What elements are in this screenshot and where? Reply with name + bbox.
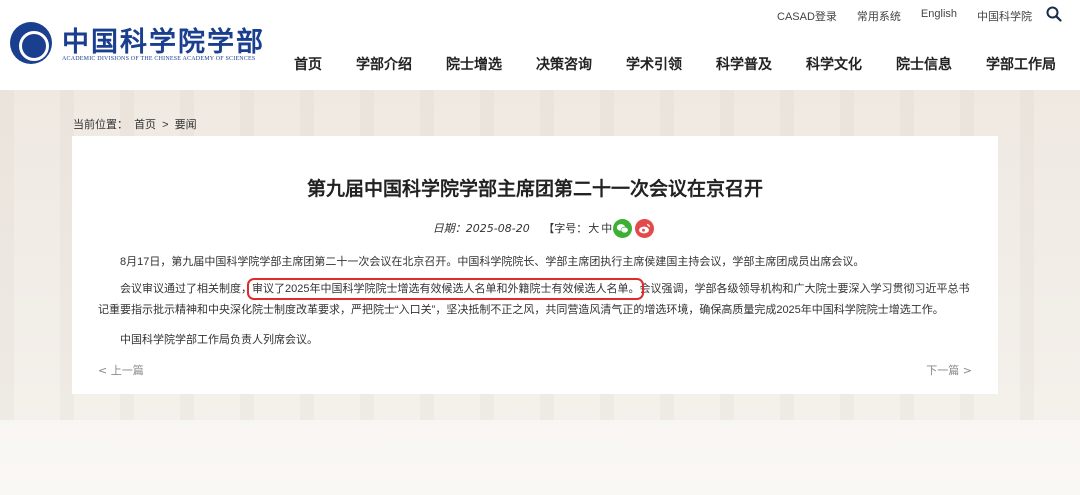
logo-chinese-text: 中国科学院学部 [62,27,265,58]
breadcrumb: 当前位置： 首页 > 要闻 [73,116,200,132]
nav-item-intro[interactable]: 学部介绍 [339,54,429,74]
logo-english-text: ACADEMIC DIVISIONS OF THE CHINESE ACADEM… [62,56,256,62]
top-link-english[interactable]: English [921,8,957,24]
font-size-large[interactable]: 大 [588,222,599,235]
nav-item-home[interactable]: 首页 [277,54,339,74]
next-article-link[interactable]: 下一篇 > [926,362,972,378]
article-title: 第九届中国科学院学部主席团第二十一次会议在京召开 [306,178,763,200]
breadcrumb-label: 当前位置： [73,119,128,131]
article-paragraph-1: 8月17日，第九届中国科学院学部主席团第二十一次会议在北京召开。中国科学院院长、… [120,256,865,268]
nav-item-election[interactable]: 院士增选 [429,54,519,74]
nav-item-consulting[interactable]: 决策咨询 [519,54,609,74]
site-logo[interactable]: 中国科学院学部 ACADEMIC DIVISIONS OF THE CHINES… [10,20,270,66]
breadcrumb-home[interactable]: 首页 [134,119,156,131]
font-size-label: 【字号： [543,222,588,235]
nav-item-culture[interactable]: 科学文化 [789,54,879,74]
top-link-casad-login[interactable]: CASAD登录 [777,8,837,24]
main-nav: 首页 学部介绍 院士增选 决策咨询 学术引领 科学普及 科学文化 院士信息 学部… [277,54,1056,74]
font-size-medium[interactable]: 中 [601,222,612,235]
breadcrumb-separator: > [162,119,169,131]
site-header: 中国科学院学部 ACADEMIC DIVISIONS OF THE CHINES… [0,0,1080,90]
article-meta: 日期：2025-08-20 【字号：大中小】 [72,220,998,236]
cas-emblem-icon [10,22,52,64]
top-link-common-systems[interactable]: 常用系统 [857,8,901,24]
wechat-share-icon[interactable] [613,219,632,238]
top-link-cas[interactable]: 中国科学院 [977,8,1032,24]
article-paragraph-3: 中国科学院学部工作局负责人列席会议。 [120,334,318,346]
article-card: 第九届中国科学院学部主席团第二十一次会议在京召开 日期：2025-08-20 【… [72,136,998,394]
paragraph-2-intro: 会议审议通过了相关制度， [120,283,252,295]
search-icon[interactable] [1046,6,1062,22]
article-paragraph-2: 会议审议通过了相关制度，审议了2025年中国科学院院士增选有效候选人名单和外籍院… [98,278,978,321]
highlighted-sentence: 审议了2025年中国科学院院士增选有效候选人名单和外籍院士有效候选人名单。 [246,278,645,300]
breadcrumb-current[interactable]: 要闻 [175,119,197,131]
nav-item-popular-science[interactable]: 科学普及 [699,54,789,74]
weibo-share-icon[interactable] [635,219,654,238]
article-date: 日期：2025-08-20 [432,222,530,235]
top-links: CASAD登录 常用系统 English 中国科学院 [777,8,1032,24]
nav-item-bureau[interactable]: 学部工作局 [969,54,1056,74]
prev-article-link[interactable]: < 上一篇 [98,362,144,378]
nav-item-academicians[interactable]: 院士信息 [879,54,969,74]
nav-item-academic[interactable]: 学术引领 [609,54,699,74]
